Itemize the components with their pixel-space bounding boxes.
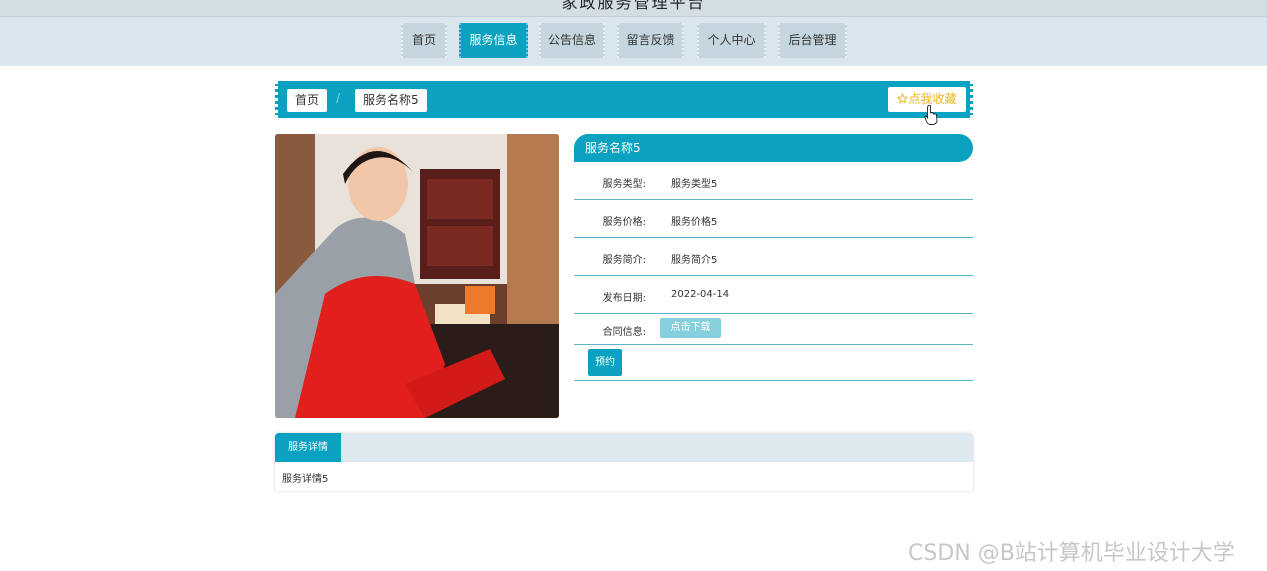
star-outline-icon: [897, 92, 909, 104]
main-nav: 首页 服务信息 公告信息 留言反馈 个人中心 后台管理: [0, 17, 1267, 66]
detail-tab-bar: 服务详情: [275, 433, 973, 462]
field-value: 2022-04-14: [671, 289, 730, 300]
nav-item-service-info[interactable]: 服务信息: [459, 23, 528, 58]
field-label: 服务类型:: [602, 179, 646, 190]
service-detail-content: 服务详情5: [282, 474, 329, 485]
nav-item-feedback[interactable]: 留言反馈: [617, 23, 684, 58]
watermark: CSDN @B站计算机毕业设计大学: [908, 541, 1235, 566]
field-label: 服务简介:: [602, 255, 646, 266]
tab-service-detail[interactable]: 服务详情: [275, 433, 341, 462]
breadcrumb: 首页 / 服务名称5 点我收藏: [275, 81, 973, 118]
field-row-price: 服务价格: 服务价格5: [574, 200, 973, 238]
service-name-header: 服务名称5: [574, 134, 973, 162]
download-button[interactable]: 点击下载: [660, 318, 721, 338]
nav-item-admin[interactable]: 后台管理: [778, 23, 847, 58]
field-value: 服务类型5: [671, 179, 718, 190]
action-row: 预约: [574, 345, 973, 381]
field-row-type: 服务类型: 服务类型5: [574, 162, 973, 200]
field-label: 发布日期:: [602, 293, 646, 304]
nav-item-announcements[interactable]: 公告信息: [539, 23, 605, 58]
nav-item-profile[interactable]: 个人中心: [697, 23, 766, 58]
site-title: 家政服务管理平台: [561, 0, 706, 12]
breadcrumb-home[interactable]: 首页: [287, 89, 328, 112]
housekeeper-cleaning-photo: [275, 134, 559, 418]
breadcrumb-current: 服务名称5: [355, 89, 427, 112]
nav-item-home[interactable]: 首页: [401, 23, 447, 58]
service-image: [275, 134, 559, 418]
hand-cursor-icon: [924, 105, 938, 125]
field-row-date: 发布日期: 2022-04-14: [574, 276, 973, 314]
field-label: 服务价格:: [602, 217, 646, 228]
field-value: 服务价格5: [671, 217, 718, 228]
breadcrumb-separator: /: [336, 91, 341, 105]
book-button[interactable]: 预约: [588, 349, 622, 376]
field-row-intro: 服务简介: 服务简介5: [574, 238, 973, 276]
field-row-contract: 合同信息: 点击下载: [574, 314, 973, 345]
field-label: 合同信息:: [602, 327, 646, 338]
field-value: 服务简介5: [671, 255, 718, 266]
service-detail-panel: 服务详情 服务详情5: [275, 433, 973, 491]
favorite-label: 点我收藏: [908, 92, 957, 106]
top-header: 家政服务管理平台: [0, 0, 1267, 17]
